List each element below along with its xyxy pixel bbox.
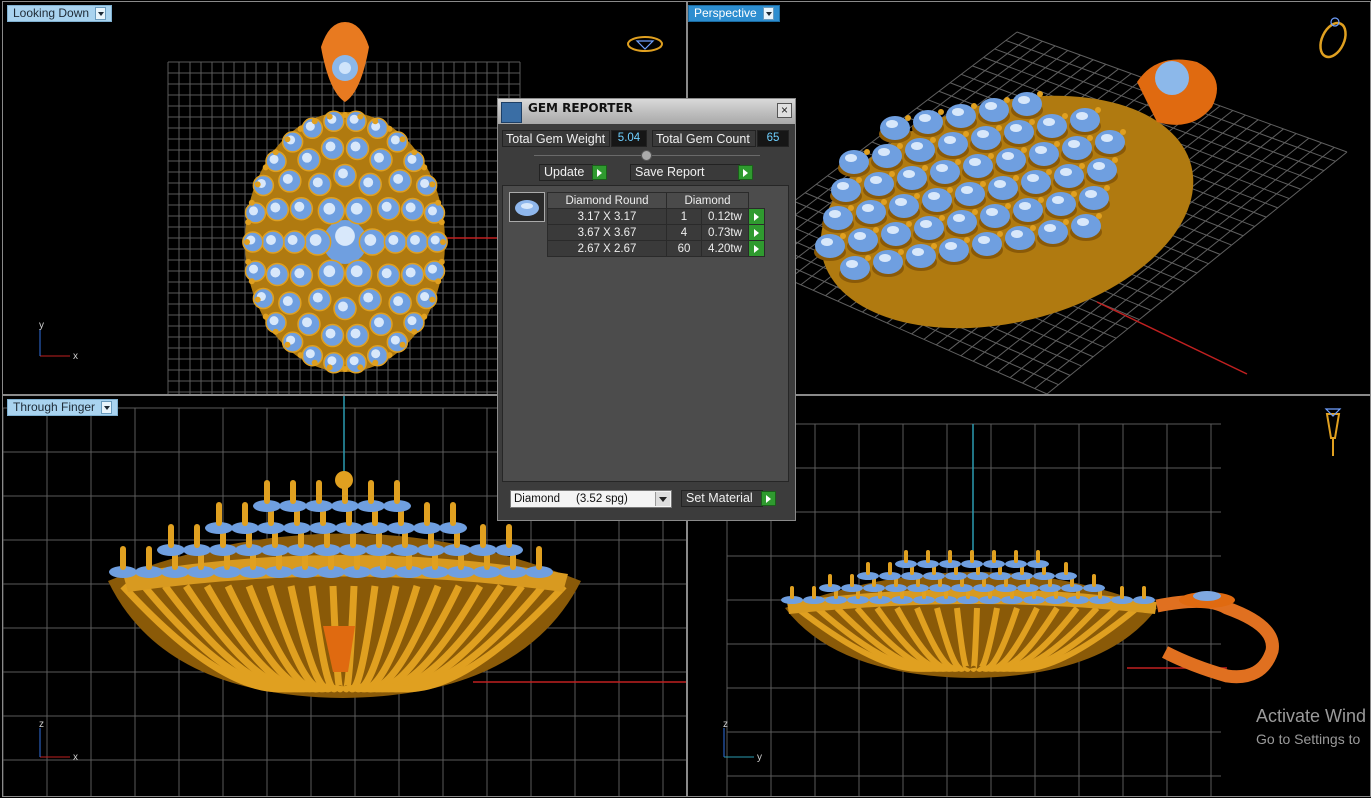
gem-size-cell: 3.17 X 3.17 <box>547 208 667 225</box>
material-select-value: Diamond (3.52 spg) <box>514 493 628 505</box>
svg-text:x: x <box>73 752 78 763</box>
watermark-line1: Activate Wind <box>1256 706 1367 726</box>
total-gem-count-label: Total Gem Count <box>652 130 756 147</box>
col-shape-header: Diamond Round <box>547 192 667 209</box>
table-row[interactable]: 3.17 X 3.17 1 0.12tw <box>547 208 765 225</box>
gem-count-cell: 4 <box>666 224 702 241</box>
total-gem-weight-label: Total Gem Weight <box>502 130 610 147</box>
close-button[interactable]: × <box>777 103 792 118</box>
axis-indicator: y z <box>723 719 762 763</box>
gem-reporter-icon <box>501 102 522 123</box>
chevron-down-icon[interactable] <box>655 492 670 506</box>
gem-weight-cell: 0.73tw <box>701 224 749 241</box>
viewport-label-text: Perspective <box>694 6 757 20</box>
table-row[interactable]: 3.67 X 3.67 4 0.73tw <box>547 224 765 241</box>
activation-watermark: Activate Wind Go to Settings to <box>1256 706 1366 747</box>
gem-reporter-dialog[interactable]: GEM REPORTER × Total Gem Weight 5.04 Tot… <box>497 98 796 521</box>
ring-side-view-icon[interactable] <box>1324 408 1342 456</box>
ring-perspective-icon[interactable] <box>1315 17 1350 61</box>
ring-top-view-icon[interactable] <box>627 36 663 52</box>
dialog-title: GEM REPORTER <box>528 101 633 115</box>
dropdown-icon[interactable] <box>762 7 774 20</box>
gem-weight-cell: 0.12tw <box>701 208 749 225</box>
row-go-icon[interactable] <box>748 224 765 241</box>
gem-count-cell: 60 <box>666 240 702 257</box>
material-select[interactable]: Diamond (3.52 spg) <box>510 490 672 508</box>
viewport-label-text: Looking Down <box>13 6 90 20</box>
svg-text:z: z <box>39 719 44 730</box>
watermark-line2: Go to Settings to <box>1256 731 1361 747</box>
collapse-handle-icon[interactable] <box>641 150 652 161</box>
svg-text:y: y <box>757 752 762 763</box>
header-spacer <box>749 193 765 209</box>
save-report-button[interactable]: Save Report <box>630 164 740 181</box>
save-report-go-icon[interactable] <box>738 165 753 180</box>
axis-indicator: x y <box>39 320 78 362</box>
dropdown-icon[interactable] <box>101 401 113 414</box>
row-go-icon[interactable] <box>748 208 765 225</box>
svg-text:z: z <box>723 719 728 730</box>
dropdown-icon[interactable] <box>95 7 107 20</box>
set-material-button[interactable]: Set Material <box>681 490 763 507</box>
gem-count-cell: 1 <box>666 208 702 225</box>
total-gem-weight-value: 5.04 <box>611 130 647 147</box>
axis-indicator: x z <box>39 719 78 763</box>
set-material-go-icon[interactable] <box>761 491 776 506</box>
viewport-label-looking-down[interactable]: Looking Down <box>7 5 113 22</box>
gem-size-cell: 3.67 X 3.67 <box>547 224 667 241</box>
svg-text:y: y <box>39 320 44 331</box>
gem-size-cell: 2.67 X 2.67 <box>547 240 667 257</box>
update-button[interactable]: Update <box>539 164 593 181</box>
gem-weight-cell: 4.20tw <box>701 240 749 257</box>
col-material-header: Diamond <box>666 192 749 209</box>
gem-thumbnail-icon[interactable] <box>509 192 545 222</box>
viewport-label-through-finger[interactable]: Through Finger <box>7 399 119 416</box>
viewport-label-perspective[interactable]: Perspective <box>688 5 780 22</box>
table-row[interactable]: 2.67 X 2.67 60 4.20tw <box>547 240 765 257</box>
svg-text:x: x <box>73 351 78 362</box>
gem-list-panel: Diamond Round Diamond 3.17 X 3.17 1 0.12… <box>502 185 789 482</box>
row-go-icon[interactable] <box>748 240 765 257</box>
dialog-title-bar[interactable]: GEM REPORTER × <box>498 99 795 124</box>
pendant-side-view-2 <box>781 550 1279 684</box>
pendant-perspective-view <box>814 59 1217 329</box>
gem-table: Diamond Round Diamond 3.17 X 3.17 1 0.12… <box>547 192 765 257</box>
update-go-icon[interactable] <box>592 165 607 180</box>
viewport-label-text: Through Finger <box>13 400 96 414</box>
total-gem-count-value: 65 <box>757 130 789 147</box>
pendant-top-view <box>242 22 448 374</box>
